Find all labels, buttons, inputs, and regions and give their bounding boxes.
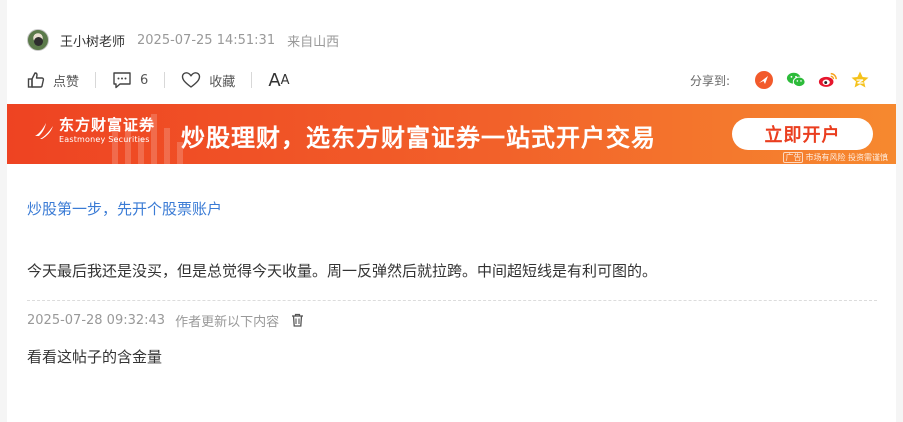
update-time: 2025-07-28 09:32:43 [27,312,166,328]
divider [251,72,253,88]
like-label: 点赞 [53,74,80,90]
thumbs-up-icon [27,72,45,88]
open-account-link[interactable]: 炒股第一步，先开个股票账户 [27,198,222,219]
circle-share-icon[interactable] [754,70,774,90]
share-label: 分享到: [689,73,730,88]
author-name[interactable]: 王小树老师 [60,31,125,50]
update-divider [27,300,877,301]
open-account-button[interactable]: 立即开户 [732,118,873,150]
risk-note: 市场有风险 投资需谨慎 [805,153,888,162]
action-bar: 点赞 6 收藏 AA [27,68,290,92]
heart-icon [182,72,201,88]
post-location: 来自山西 [287,34,340,50]
banner-slogan: 炒股理财，选东方财富证券一站式开户交易 [181,124,656,152]
brand-name-en: Eastmoney Securities [59,135,150,144]
wechat-icon[interactable] [786,70,806,90]
brand-logo-group: 东方财富证券 Eastmoney Securities [33,118,155,144]
font-size-big: A [268,69,281,91]
author-row: 王小树老师 2025-07-25 14:51:31 来自山西 [27,28,339,52]
comment-icon [113,72,131,89]
font-size-button[interactable]: AA [268,70,289,91]
favorite-button[interactable]: 收藏 [181,71,235,90]
weibo-icon[interactable] [818,70,838,90]
qzone-icon[interactable] [850,70,870,90]
post-card: 王小树老师 2025-07-25 14:51:31 来自山西 点赞 6 收藏 A… [7,0,896,422]
share-bar: 分享到: [690,68,870,92]
divider [95,72,97,88]
avatar[interactable] [27,29,49,51]
update-meta: 2025-07-28 09:32:43 作者更新以下内容 [27,310,304,330]
ad-disclaimer: 广告 市场有风险 投资需谨慎 [783,152,888,163]
font-size-small: A [280,72,290,88]
update-content: 看看这帖子的含金量 [27,348,163,366]
comment-count: 6 [140,72,149,88]
ad-banner[interactable]: 东方财富证券 Eastmoney Securities 炒股理财，选东方财富证券… [7,104,896,164]
comment-button[interactable]: 6 [112,71,148,89]
trash-icon[interactable] [291,313,304,327]
eastmoney-logo-icon [35,123,53,139]
favorite-label: 收藏 [209,74,236,90]
post-time: 2025-07-25 14:51:31 [137,32,276,48]
post-body: 今天最后我还是没买，但是总觉得今天收量。周一反弹然后就拉跨。中间超短线是有利可图… [27,262,658,280]
update-note: 作者更新以下内容 [175,314,280,330]
divider [164,72,166,88]
ad-tag: 广告 [783,152,804,163]
brand-name-cn: 东方财富证券 [59,116,156,134]
like-button[interactable]: 点赞 [27,71,79,90]
